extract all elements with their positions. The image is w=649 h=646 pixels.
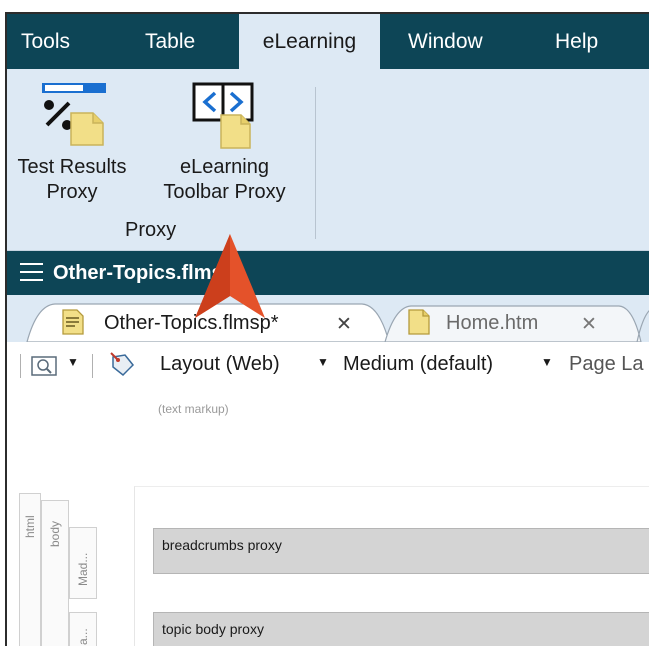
- layout-dropdown-caret-icon[interactable]: ▼: [317, 355, 329, 369]
- layout-dropdown[interactable]: Layout (Web): [160, 353, 280, 376]
- ribbon-group-separator: [315, 87, 316, 239]
- editor-toolbar: ▼ Layout (Web) ▼ Medium (default) ▼ Page…: [7, 342, 649, 388]
- tab-other-topics-close-icon[interactable]: ✕: [336, 313, 352, 336]
- toolbar-separator: [20, 354, 21, 378]
- structure-bar-html[interactable]: html: [19, 493, 41, 646]
- ribbon: Test Results Proxy eLearning Toolbar Pro…: [7, 69, 649, 251]
- test-results-proxy-label-line2: Proxy: [46, 181, 98, 203]
- elearning-toolbar-proxy-label-line2: Toolbar Proxy: [163, 181, 286, 203]
- test-results-proxy-icon: [42, 83, 106, 146]
- structure-label-madcap-1: Mad...: [76, 552, 90, 586]
- medium-tag-icon[interactable]: [107, 351, 137, 379]
- breadcrumbs-proxy-block[interactable]: breadcrumbs proxy: [153, 528, 649, 574]
- flare-project-file-icon: [62, 309, 84, 335]
- structure-bar-body[interactable]: body: [41, 500, 69, 646]
- menu-table[interactable]: Table: [145, 14, 195, 69]
- test-results-proxy-label-line1: Test Results: [17, 156, 127, 178]
- medium-dropdown-caret-icon[interactable]: ▼: [541, 355, 553, 369]
- structure-bar-madcap-topicbody[interactable]: Ma...: [69, 612, 97, 646]
- menu-elearning[interactable]: eLearning: [239, 14, 380, 69]
- topic-file-icon: [408, 309, 430, 335]
- menu-tools[interactable]: Tools: [21, 14, 70, 69]
- structure-bar-madcap-breadcrumbs[interactable]: Mad...: [69, 527, 97, 599]
- structure-label-madcap-2: Ma...: [76, 628, 90, 646]
- toolbar-separator: [92, 354, 93, 378]
- tab-home-label: Home.htm: [446, 312, 539, 334]
- medium-dropdown[interactable]: Medium (default): [343, 353, 493, 376]
- hamburger-menu-icon[interactable]: [20, 263, 43, 282]
- callout-arrow-icon: [195, 234, 265, 318]
- test-results-proxy-button[interactable]: Test Results Proxy: [7, 69, 137, 219]
- tab-home[interactable]: Home.htm ✕: [385, 303, 641, 342]
- document-header-bar: Other-Topics.flmsp*: [7, 251, 649, 295]
- elearning-toolbar-proxy-button[interactable]: eLearning Toolbar Proxy: [147, 69, 302, 219]
- elearning-toolbar-proxy-icon: [192, 82, 254, 149]
- structure-label-body: body: [48, 520, 62, 547]
- topic-body-proxy-block[interactable]: topic body proxy: [153, 612, 649, 646]
- structure-label-html: html: [23, 515, 37, 538]
- menu-bar: Tools Table eLearning Window Help: [7, 14, 649, 69]
- elearning-toolbar-proxy-label-line1: eLearning: [180, 156, 269, 178]
- preview-dropdown-icon[interactable]: ▼: [67, 355, 79, 369]
- app-window: Tools Table eLearning Window Help Test R…: [5, 12, 649, 646]
- editor-area: (text markup) html body Mad... Ma... bre…: [7, 388, 649, 646]
- page-layout-dropdown[interactable]: Page La: [569, 353, 644, 376]
- menu-help[interactable]: Help: [555, 14, 598, 69]
- text-markup-label: (text markup): [158, 402, 229, 416]
- menu-window[interactable]: Window: [408, 14, 483, 69]
- document-tab-strip: Other-Topics.flmsp* ✕ Home.htm ✕: [7, 295, 649, 342]
- tab-home-close-icon[interactable]: ✕: [581, 313, 597, 336]
- ribbon-group-label-proxy: Proxy: [125, 219, 177, 241]
- preview-icon[interactable]: [30, 354, 58, 378]
